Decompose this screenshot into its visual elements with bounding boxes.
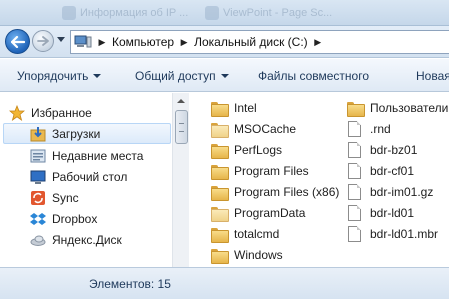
arrow-right-icon — [37, 36, 49, 46]
list-item[interactable]: PerfLogs — [211, 140, 282, 160]
file-icon — [348, 184, 361, 200]
folder-icon — [211, 101, 229, 117]
list-item[interactable]: bdr-ld01 — [347, 203, 414, 223]
list-item[interactable]: .rnd — [347, 119, 391, 139]
folder-icon — [211, 206, 229, 222]
sidebar-item-sync[interactable]: Sync — [30, 187, 79, 208]
desktop-icon — [30, 169, 46, 185]
sidebar-item-recent-places[interactable]: Недавние места — [30, 145, 143, 166]
taskbar-item[interactable]: ViewPoint - Page Sc... — [205, 4, 332, 22]
file-icon — [348, 121, 361, 137]
folder-icon — [211, 143, 229, 159]
address-bar[interactable]: ▶ Компьютер ▶ Локальный диск (C:) ▶ — [70, 30, 449, 54]
chevron-down-icon — [220, 74, 229, 78]
organize-button[interactable]: Упорядочить — [17, 69, 102, 83]
file-icon — [348, 205, 361, 221]
folder-icon — [211, 185, 229, 201]
list-item[interactable]: MSOCache — [211, 119, 296, 139]
scrollbar-thumb[interactable] — [175, 110, 188, 144]
sidebar-item-desktop[interactable]: Рабочий стол — [30, 166, 127, 187]
folder-icon — [211, 248, 229, 264]
new-folder-button[interactable]: Новая — [416, 69, 449, 83]
arrow-left-icon — [10, 35, 25, 48]
folder-icon — [211, 122, 229, 138]
window-icon — [62, 6, 76, 20]
taskbar-item[interactable]: Информация об IP ... — [62, 4, 188, 22]
taskbar-strip: Информация об IP ... ViewPoint - Page Sc… — [0, 0, 449, 26]
command-toolbar: Упорядочить Общий доступ Файлы совместно… — [0, 59, 449, 92]
list-item[interactable]: bdr-im01.gz — [347, 182, 433, 202]
file-icon — [348, 226, 361, 242]
list-item[interactable]: bdr-bz01 — [347, 140, 417, 160]
share-button[interactable]: Общий доступ — [135, 69, 229, 83]
list-item[interactable]: Пользователи — [347, 98, 448, 118]
forward-button[interactable] — [32, 30, 54, 52]
breadcrumb-computer[interactable]: Компьютер — [109, 35, 177, 49]
chevron-down-icon — [93, 74, 102, 78]
list-item[interactable]: Program Files — [211, 161, 309, 181]
back-button[interactable] — [5, 29, 30, 54]
file-icon — [348, 163, 361, 179]
list-item[interactable]: totalcmd — [211, 224, 279, 244]
breadcrumb-local-disk[interactable]: Локальный диск (C:) — [191, 35, 311, 49]
sidebar-item-dropbox[interactable]: Dropbox — [30, 208, 97, 229]
navigation-pane-scrollbar[interactable] — [172, 93, 189, 267]
folder-icon — [211, 164, 229, 180]
file-list: Intel MSOCache PerfLogs Program Files Pr… — [189, 93, 449, 267]
list-item[interactable]: ProgramData — [211, 203, 305, 223]
yandex-disk-icon — [30, 232, 46, 248]
sidebar-item-yandex-disk[interactable]: Яндекс.Диск — [30, 229, 122, 250]
list-item[interactable]: Program Files (x86) — [211, 182, 339, 202]
folder-icon — [211, 227, 229, 243]
window-icon — [205, 6, 219, 20]
breadcrumb-separator[interactable]: ▶ — [311, 37, 325, 48]
breadcrumb-separator[interactable]: ▶ — [95, 37, 109, 48]
computer-icon — [74, 35, 92, 49]
list-item[interactable]: bdr-cf01 — [347, 161, 414, 181]
sync-icon — [30, 190, 46, 206]
breadcrumb-separator[interactable]: ▶ — [177, 37, 191, 48]
navigation-pane: Избранное Загрузки Недавние места Рабочи… — [0, 93, 172, 267]
list-item[interactable]: Intel — [211, 98, 257, 118]
list-item[interactable]: Windows — [211, 245, 283, 265]
downloads-icon — [30, 126, 46, 142]
navigation-bar: ▶ Компьютер ▶ Локальный диск (C:) ▶ — [0, 26, 449, 58]
list-item[interactable]: bdr-ld01.mbr — [347, 224, 438, 244]
folder-icon — [347, 101, 365, 117]
recent-pages-dropdown[interactable] — [57, 37, 65, 42]
file-icon — [348, 142, 361, 158]
sidebar-item-downloads[interactable]: Загрузки — [3, 123, 171, 144]
star-icon — [8, 104, 26, 121]
item-count: Элементов: 15 — [89, 277, 171, 291]
recent-places-icon — [30, 148, 46, 164]
dropbox-icon — [30, 211, 46, 227]
sidebar-item-favorites[interactable]: Избранное — [8, 102, 92, 123]
sharing-files-button[interactable]: Файлы совместного — [258, 69, 369, 83]
scroll-up-icon[interactable] — [177, 99, 185, 103]
status-bar: Элементов: 15 — [0, 267, 449, 299]
